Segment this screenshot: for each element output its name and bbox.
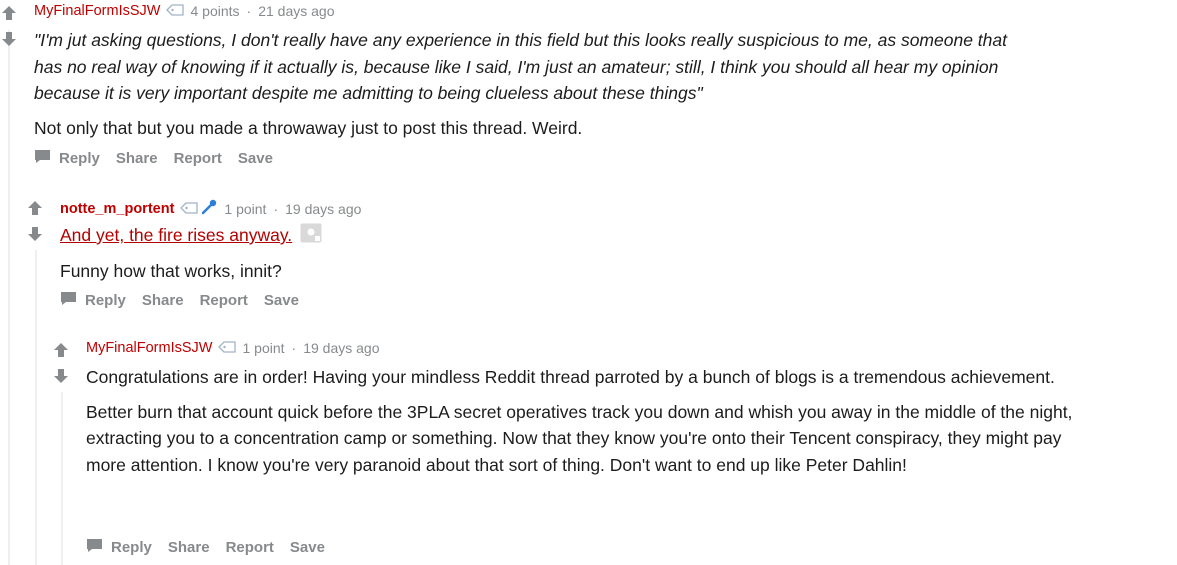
share-label: Share (167, 539, 210, 556)
pen-icon[interactable] (200, 198, 218, 219)
share-label: Share (115, 150, 158, 167)
reply-button[interactable]: Reply (34, 149, 100, 168)
action-bar: Reply Share Report Save (86, 538, 341, 557)
comment-meta: MyFinalFormIsSJW 1 point · 19 days ago (86, 340, 380, 356)
save-label: Save (237, 150, 273, 167)
comment-body: Congratulations are in order! Having you… (86, 364, 1086, 486)
save-button[interactable]: Save (290, 539, 325, 556)
separator: · (246, 3, 252, 19)
timestamp[interactable]: 21 days ago (258, 3, 334, 19)
downvote-arrow-icon[interactable] (1, 31, 17, 47)
share-label: Share (141, 292, 184, 309)
timestamp[interactable]: 19 days ago (285, 201, 361, 217)
comment-body: "I'm jut asking questions, I don't reall… (34, 27, 1034, 149)
report-button[interactable]: Report (200, 292, 248, 309)
comment-bubble-icon (34, 149, 51, 168)
comment-link[interactable]: And yet, the fire rises anyway. (60, 225, 292, 245)
share-button[interactable]: Share (168, 539, 210, 556)
action-bar: Reply Share Report Save (60, 291, 315, 310)
timestamp[interactable]: 19 days ago (303, 340, 379, 356)
report-label: Report (225, 539, 274, 556)
image-icon[interactable] (300, 223, 322, 251)
upvote-arrow-icon[interactable] (27, 200, 43, 216)
report-button[interactable]: Report (174, 150, 222, 167)
downvote-arrow-icon[interactable] (27, 226, 43, 242)
separator: · (273, 200, 279, 217)
comment-paragraph: Better burn that account quick before th… (86, 401, 1073, 475)
upvote-arrow-icon[interactable] (1, 5, 17, 21)
reply-label: Reply (59, 150, 100, 167)
report-label: Report (199, 292, 248, 309)
tag-icon[interactable] (218, 340, 237, 356)
share-button[interactable]: Share (116, 150, 158, 167)
comment-body: And yet, the fire rises anyway. Funny ho… (60, 222, 1060, 293)
comment-bubble-icon (60, 291, 77, 310)
comment-text: Funny how that works, innit? (60, 261, 282, 282)
tag-icon[interactable] (166, 3, 185, 19)
author-name[interactable]: MyFinalFormIsSJW (86, 340, 212, 356)
thread-line[interactable] (8, 30, 10, 565)
comment-paragraph: Congratulations are in order! Having you… (86, 367, 1055, 387)
downvote-arrow-icon[interactable] (53, 368, 69, 384)
tag-icon[interactable] (180, 201, 199, 217)
reply-label: Reply (85, 292, 126, 309)
author-name[interactable]: MyFinalFormIsSJW (34, 3, 160, 19)
action-bar: Reply Share Report Save (34, 149, 289, 168)
comment-bubble-icon (86, 538, 103, 557)
thread-line[interactable] (61, 392, 63, 565)
comment-text: Not only that but you made a throwaway j… (34, 117, 583, 138)
points: 1 point (224, 200, 267, 217)
thread-line[interactable] (35, 250, 37, 565)
separator: · (291, 340, 297, 356)
author-name[interactable]: notte_m_portent (60, 201, 174, 217)
points: 1 point (242, 340, 285, 356)
share-button[interactable]: Share (142, 292, 184, 309)
comment-link-line: And yet, the fire rises anyway. (60, 222, 1060, 250)
comment-meta: MyFinalFormIsSJW 4 points · 21 days ago (34, 3, 335, 19)
save-label: Save (289, 539, 325, 556)
save-button[interactable]: Save (264, 292, 299, 309)
report-button[interactable]: Report (226, 539, 274, 556)
report-label: Report (173, 150, 222, 167)
reply-button[interactable]: Reply (86, 538, 152, 557)
quoted-text: "I'm jut asking questions, I don't reall… (34, 30, 1007, 103)
comment-meta: notte_m_portent 1 point · 19 days ago (60, 198, 361, 219)
save-button[interactable]: Save (238, 150, 273, 167)
points: 4 points (190, 3, 240, 19)
save-label: Save (263, 292, 299, 309)
upvote-arrow-icon[interactable] (53, 342, 69, 358)
reply-button[interactable]: Reply (60, 291, 126, 310)
reply-label: Reply (111, 539, 152, 556)
